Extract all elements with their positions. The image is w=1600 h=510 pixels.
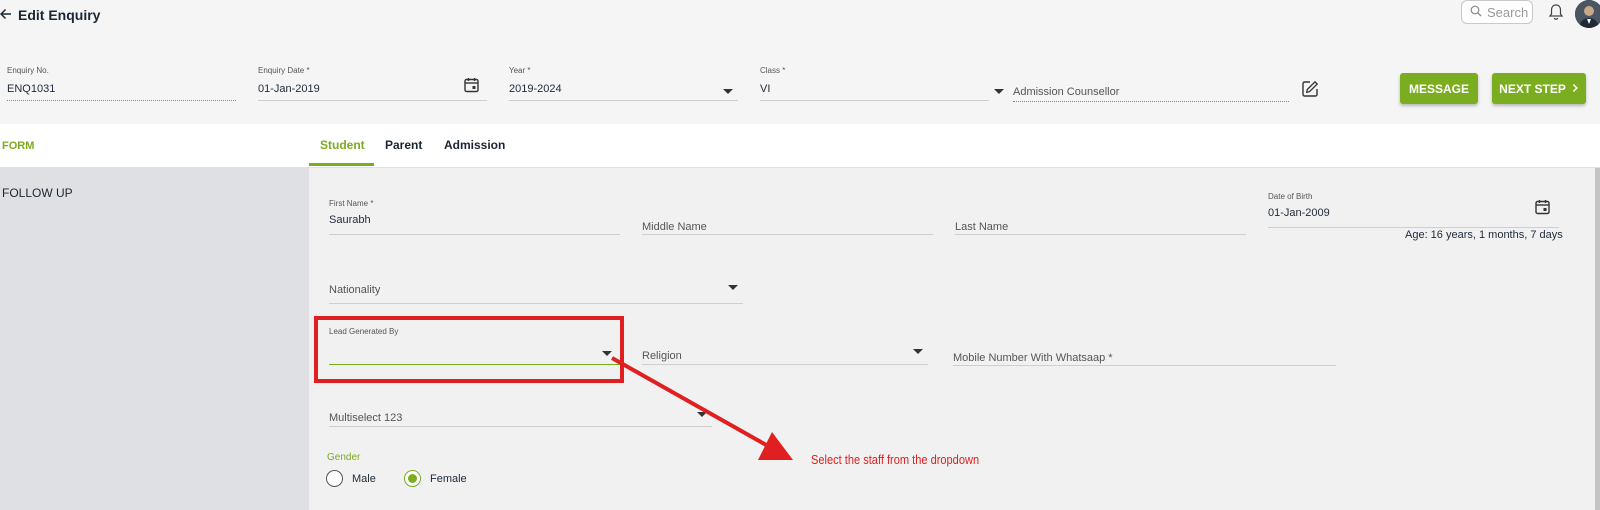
field-underline <box>329 234 620 235</box>
year-select[interactable]: Year * 2019-2024 <box>509 66 738 101</box>
nationality-placeholder: Nationality <box>329 284 381 296</box>
religion-placeholder: Religion <box>642 350 682 362</box>
calendar-icon[interactable] <box>464 77 479 98</box>
field-underline <box>1013 101 1289 102</box>
field-underline <box>642 364 928 365</box>
enquiry-no-field[interactable]: Enquiry No. ENQ1031 <box>7 66 236 101</box>
field-underline <box>1268 227 1559 228</box>
tab-student[interactable]: Student <box>320 138 365 152</box>
annotation-highlight-box <box>314 316 624 383</box>
radio-female[interactable] <box>404 470 421 487</box>
avatar[interactable] <box>1575 0 1600 28</box>
caret-down-icon[interactable] <box>913 349 923 354</box>
last-name-placeholder: Last Name <box>955 221 1009 233</box>
year-value: 2019-2024 <box>509 83 562 95</box>
class-select[interactable]: Class * VI <box>760 66 1004 101</box>
search-input[interactable]: Search <box>1461 0 1533 24</box>
sidebar-item-follow-up[interactable]: FOLLOW UP <box>2 186 73 200</box>
message-button[interactable]: MESSAGE <box>1400 73 1478 104</box>
page-header <box>0 0 1600 124</box>
caret-down-icon[interactable] <box>728 285 738 290</box>
caret-down-icon[interactable] <box>697 412 707 417</box>
enquiry-date-value: 01-Jan-2019 <box>258 83 320 95</box>
religion-select[interactable]: Religion <box>642 346 928 365</box>
next-step-label: NEXT STEP <box>1499 81 1566 96</box>
active-tab-indicator <box>309 163 374 166</box>
class-value: VI <box>760 83 771 95</box>
admission-counsellor-placeholder: Admission Counsellor <box>1013 86 1120 98</box>
calendar-icon[interactable] <box>1535 199 1550 220</box>
caret-down-icon[interactable] <box>723 89 733 94</box>
gender-option-female[interactable]: Female <box>404 470 467 487</box>
message-button-label: MESSAGE <box>1408 81 1469 96</box>
bell-icon[interactable] <box>1547 3 1565 21</box>
search-icon <box>1470 5 1482 20</box>
enquiry-date-field[interactable]: Enquiry Date * 01-Jan-2019 <box>258 66 487 101</box>
edit-icon[interactable] <box>1301 80 1319 98</box>
first-name-label: First Name * <box>329 199 374 208</box>
radio-male[interactable] <box>326 470 343 487</box>
tab-admission[interactable]: Admission <box>444 138 505 152</box>
first-name-field[interactable]: First Name * Saurabh <box>329 199 620 235</box>
caret-down-icon[interactable] <box>994 89 1004 94</box>
field-underline <box>642 234 933 235</box>
back-arrow-icon[interactable] <box>0 7 12 23</box>
multiselect-123-select[interactable]: Multiselect 123 <box>329 408 712 427</box>
multiselect-placeholder: Multiselect 123 <box>329 412 403 424</box>
last-name-field[interactable]: Last Name <box>955 217 1246 235</box>
chevron-right-icon <box>1572 82 1579 96</box>
middle-name-placeholder: Middle Name <box>642 221 707 233</box>
sidebar <box>0 168 309 510</box>
enquiry-no-value: ENQ1031 <box>7 83 56 95</box>
scrollbar[interactable] <box>1595 168 1600 510</box>
dob-value: 01-Jan-2009 <box>1268 207 1330 219</box>
enquiry-date-label: Enquiry Date * <box>258 66 310 75</box>
class-label: Class * <box>760 66 786 75</box>
search-placeholder: Search <box>1487 4 1529 20</box>
year-label: Year * <box>509 66 531 75</box>
field-underline <box>258 100 487 101</box>
next-step-button[interactable]: NEXT STEP <box>1492 73 1586 104</box>
nationality-select[interactable]: Nationality <box>329 280 743 304</box>
mobile-number-placeholder: Mobile Number With Whatsaap * <box>953 352 1113 364</box>
page-title: Edit Enquiry <box>18 7 101 23</box>
sidebar-item-form[interactable]: FORM <box>2 140 34 152</box>
annotation-text: Select the staff from the dropdown <box>811 452 980 467</box>
age-display: Age: 16 years, 1 months, 7 days <box>1405 229 1563 241</box>
tab-parent[interactable]: Parent <box>385 138 422 152</box>
back-button[interactable]: Edit Enquiry <box>0 7 100 23</box>
date-of-birth-field[interactable]: Date of Birth 01-Jan-2009 <box>1268 192 1559 228</box>
gender-option-male[interactable]: Male <box>326 470 376 487</box>
first-name-value: Saurabh <box>329 214 371 226</box>
field-underline <box>509 100 738 101</box>
male-label: Male <box>352 472 376 485</box>
gender-label: Gender <box>327 452 361 463</box>
dob-label: Date of Birth <box>1268 192 1313 201</box>
field-underline <box>329 303 743 304</box>
mobile-number-field[interactable]: Mobile Number With Whatsaap * <box>953 348 1336 366</box>
field-underline <box>953 365 1336 366</box>
middle-name-field[interactable]: Middle Name <box>642 217 933 235</box>
enquiry-no-label: Enquiry No. <box>7 66 49 75</box>
admission-counsellor-field[interactable]: Admission Counsellor <box>1013 82 1289 102</box>
female-label: Female <box>430 472 467 485</box>
field-underline <box>7 100 236 101</box>
field-underline <box>329 426 712 427</box>
tabs-bar <box>0 124 1600 168</box>
field-underline <box>760 100 989 101</box>
field-underline <box>955 234 1246 235</box>
